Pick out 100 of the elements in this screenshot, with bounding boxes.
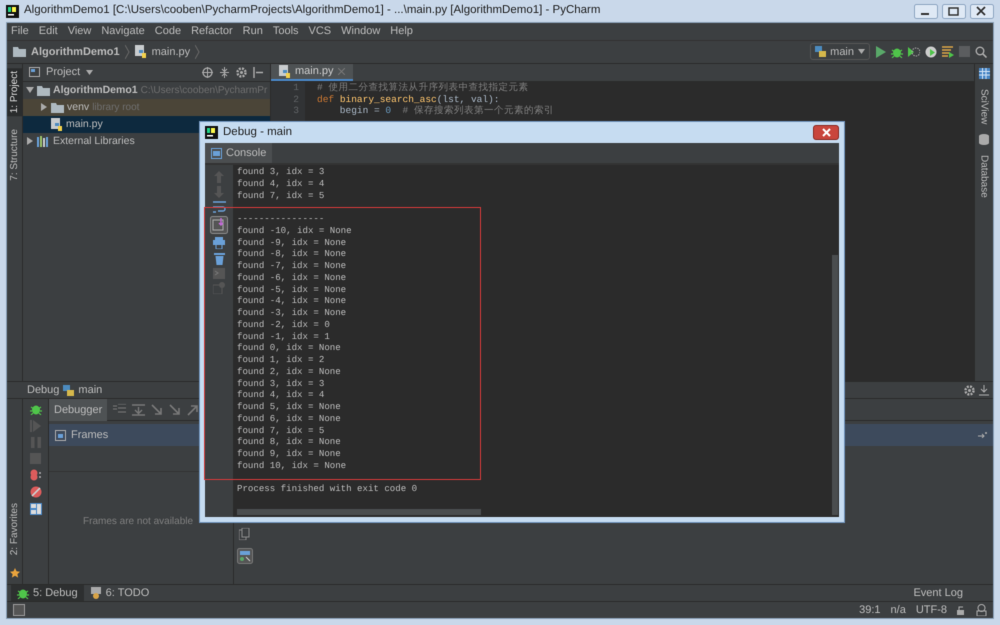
- step-out-icon[interactable]: [187, 404, 200, 416]
- close-button[interactable]: [813, 125, 839, 140]
- scroll-to-end-icon[interactable]: [210, 216, 228, 234]
- collapse-icon[interactable]: [219, 66, 230, 78]
- status-item[interactable]: n/a: [890, 602, 906, 618]
- menu-item[interactable]: Navigate: [101, 23, 145, 40]
- status-item[interactable]: UTF-8: [916, 602, 947, 618]
- caret-icon[interactable]: [86, 70, 94, 75]
- step-over-icon[interactable]: [132, 404, 146, 416]
- menu-item[interactable]: Refactor: [191, 23, 233, 40]
- copy-icon[interactable]: [239, 528, 250, 540]
- breakpoints-icon[interactable]: [30, 469, 42, 482]
- target-icon[interactable]: [202, 66, 213, 78]
- panel-title[interactable]: Project: [46, 64, 80, 81]
- minimize-button[interactable]: [914, 4, 938, 18]
- chevron-icon: [124, 44, 130, 59]
- app-logo-icon: [205, 126, 218, 139]
- settings-icon[interactable]: [236, 66, 247, 78]
- hide-icon[interactable]: [253, 66, 264, 78]
- trash-icon[interactable]: [214, 252, 224, 265]
- tool-window-tab[interactable]: 7: Structure: [7, 126, 22, 184]
- horizontal-scrollbar[interactable]: [237, 509, 481, 515]
- console-line: found 10, idx = None: [237, 460, 348, 472]
- panel-title: Debug: [27, 383, 60, 398]
- collapsed-arrow-icon[interactable]: [26, 137, 34, 146]
- expanded-arrow-icon[interactable]: [26, 86, 34, 94]
- window-title: AlgorithmDemo1 [C:\Users\cooben\PycharmProjects\AlgorithmDemo1] - ...\main.py [AlgorithmDemo1] - PyCharm: [24, 3, 600, 18]
- show-execution-point-icon[interactable]: [113, 404, 126, 416]
- hide-icon[interactable]: [979, 384, 989, 396]
- print-icon[interactable]: [213, 237, 225, 249]
- rerun-icon[interactable]: [30, 403, 42, 416]
- console-line: found -4, idx = None: [237, 295, 348, 307]
- menu-item[interactable]: View: [68, 23, 92, 40]
- watches-icon[interactable]: [236, 548, 252, 564]
- collapsed-arrow-icon[interactable]: [40, 103, 48, 112]
- console-line: found -7, idx = None: [237, 260, 348, 272]
- event-log-button[interactable]: Event Log: [913, 584, 993, 602]
- menu-item[interactable]: Help: [390, 23, 413, 40]
- console-line: ----------------: [237, 213, 326, 225]
- coverage-icon[interactable]: [908, 46, 920, 58]
- step-into-icon[interactable]: [151, 404, 164, 416]
- console-line: found -2, idx = 0: [237, 318, 331, 330]
- menu-item[interactable]: Tools: [272, 23, 299, 40]
- tool-window-tab[interactable]: SciView: [976, 88, 992, 124]
- project-icon: [29, 67, 40, 78]
- profile-icon[interactable]: [925, 46, 937, 58]
- code-line: # 使用二分查找算法从升序列表中查找指定元素: [317, 82, 530, 94]
- frames-icon: [55, 430, 66, 441]
- close-button[interactable]: [970, 4, 994, 18]
- search-icon[interactable]: [975, 46, 987, 58]
- bug-icon[interactable]: [17, 587, 29, 599]
- console-line: found -3, idx = None: [237, 307, 348, 319]
- menu-item[interactable]: File: [11, 23, 29, 40]
- inspector-icon[interactable]: [976, 604, 987, 616]
- concurrency-icon[interactable]: [942, 46, 954, 58]
- console-line: found 7, idx = 5: [237, 190, 326, 202]
- scrollbar-thumb[interactable]: [832, 255, 838, 515]
- tool-window-tab[interactable]: 1: Project: [7, 68, 22, 116]
- run-icon[interactable]: [875, 46, 886, 58]
- console-tab[interactable]: Console: [205, 143, 272, 163]
- code-line: begin = 0 # 保存搜索列表第一个元素的索引: [338, 105, 554, 117]
- panel-toggle-icon[interactable]: [13, 604, 25, 616]
- star-icon: [10, 568, 20, 578]
- soft-wrap-icon[interactable]: [212, 201, 226, 213]
- menu-item[interactable]: Run: [242, 23, 263, 40]
- status-item[interactable]: 39:1: [859, 602, 881, 618]
- console-line: found -1, idx = 1: [237, 330, 331, 342]
- pin-icon[interactable]: [978, 432, 987, 438]
- menu-item[interactable]: Window: [341, 23, 380, 40]
- step-into-icon[interactable]: [169, 404, 182, 416]
- lock-icon[interactable]: [957, 606, 966, 614]
- chevron-icon: [195, 44, 200, 59]
- empty-message: Frames are not available: [83, 514, 194, 529]
- console-line: found 6, idx = None: [237, 412, 342, 424]
- breadcrumb-item[interactable]: AlgorithmDemo1: [31, 44, 120, 60]
- menu-item[interactable]: Code: [154, 23, 182, 40]
- settings-icon[interactable]: [964, 384, 975, 396]
- menu-item[interactable]: Edit: [38, 23, 58, 40]
- database-icon: [979, 134, 989, 146]
- layout-icon[interactable]: [30, 503, 42, 516]
- tool-window-button[interactable]: 5: Debug: [11, 584, 84, 602]
- console-line: found 3, idx = 3: [237, 378, 326, 390]
- tool-window-tab[interactable]: 2: Favorites: [7, 500, 22, 558]
- tool-window-button[interactable]: 6: TODO: [84, 584, 156, 602]
- console-line: found 8, idx = None: [237, 436, 342, 448]
- code-line: def binary_search_asc(lst, val):: [317, 94, 500, 105]
- maximize-button[interactable]: [942, 4, 966, 18]
- breadcrumb-item[interactable]: main.py: [152, 44, 190, 60]
- mute-breakpoints-icon[interactable]: [30, 486, 42, 498]
- tree-label: AlgorithmDemo1: [53, 82, 138, 98]
- console-line: found -8, idx = None: [237, 248, 348, 260]
- editor-tab[interactable]: main.py: [271, 64, 353, 81]
- console-line: found -10, idx = None: [237, 224, 353, 236]
- menu-item[interactable]: VCS: [308, 23, 332, 40]
- run-configuration-dropdown[interactable]: main: [810, 43, 870, 60]
- debug-icon[interactable]: [891, 46, 903, 58]
- console-line: found 4, idx = 4: [237, 178, 326, 190]
- tree-label: main.py: [66, 116, 103, 132]
- debugger-tab[interactable]: Debugger: [49, 398, 108, 421]
- tool-window-tab[interactable]: Database: [976, 155, 992, 198]
